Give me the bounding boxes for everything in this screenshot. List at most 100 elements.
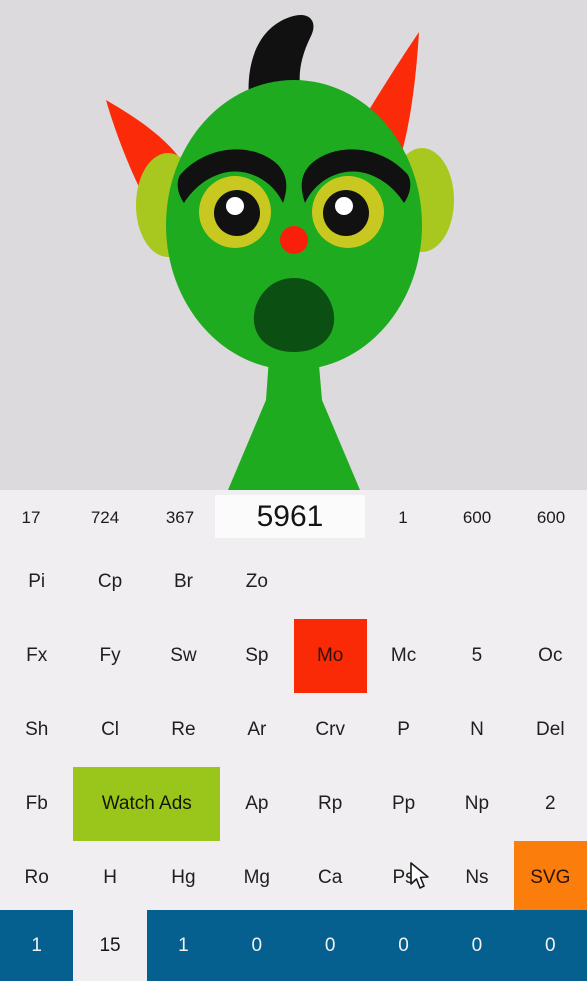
- grid-button-label: N: [470, 719, 484, 740]
- grid-button-label: Fy: [99, 645, 121, 666]
- grid-button-label: Ro: [24, 867, 49, 888]
- counter-cell-2[interactable]: 15: [73, 910, 147, 981]
- grid-button-label: Fb: [25, 793, 48, 814]
- counter-cell-value: 0: [545, 934, 556, 956]
- left-eye-highlight: [226, 197, 244, 215]
- grid-button-label: Sp: [245, 645, 269, 666]
- grid-button-2[interactable]: 2: [514, 767, 587, 841]
- counter-cell-value: 1: [178, 934, 189, 956]
- grid-button-cl[interactable]: Cl: [73, 693, 146, 767]
- grid-button-ap[interactable]: Ap: [220, 767, 293, 841]
- grid-button-mo[interactable]: Mo: [293, 619, 367, 693]
- grid-button-pi[interactable]: Pi: [0, 545, 73, 619]
- stat-value-5: 1: [398, 507, 408, 527]
- grid-button-np[interactable]: Np: [440, 767, 513, 841]
- stat-value-1: 17: [21, 507, 41, 527]
- grid-button-label: Crv: [315, 719, 345, 740]
- grid-button-label: Ar: [247, 719, 267, 740]
- counter-cell-value: 0: [471, 934, 483, 956]
- counter-cell-3[interactable]: 1: [146, 910, 221, 981]
- grid-cell-empty: [367, 545, 440, 619]
- grid-button-fb[interactable]: Fb: [0, 767, 73, 841]
- button-grid: Pi Cp Br Zo Fx Fy Sw Sp Mo Mc 5 Oc Sh Cl Re Ar Crv P N Del F…: [0, 545, 587, 927]
- grid-button-sw[interactable]: Sw: [147, 619, 220, 693]
- grid-button-pp[interactable]: Pp: [367, 767, 440, 841]
- grid-button-5[interactable]: 5: [440, 619, 513, 693]
- grid-button-label: Pi: [28, 571, 46, 592]
- grid-button-label: Pp: [391, 793, 416, 814]
- stat-value-3: 367: [165, 507, 195, 527]
- grid-button-del[interactable]: Del: [514, 693, 587, 767]
- counter-cell-value: 0: [324, 934, 336, 956]
- character-stage: [0, 0, 587, 490]
- grid-button-label: Sw: [170, 645, 197, 666]
- grid-button-zo[interactable]: Zo: [220, 545, 293, 619]
- grid-button-label: Hg: [171, 867, 196, 888]
- grid-button-oc[interactable]: Oc: [514, 619, 587, 693]
- counter-cell-value: 0: [251, 934, 263, 956]
- grid-button-h[interactable]: H: [73, 841, 146, 915]
- counter-cell-value: 1: [31, 934, 42, 956]
- grid-button-watch-ads[interactable]: Watch Ads: [73, 767, 221, 841]
- grid-button-ns[interactable]: Ns: [440, 841, 513, 915]
- grid-button-br[interactable]: Br: [147, 545, 220, 619]
- grid-button-label: SVG: [530, 867, 571, 888]
- grid-button-ro[interactable]: Ro: [0, 841, 73, 915]
- counter-cell-6[interactable]: 0: [366, 910, 441, 981]
- counter-cell-8[interactable]: 0: [513, 910, 587, 981]
- grid-button-sp[interactable]: Sp: [220, 619, 293, 693]
- grid-button-p[interactable]: P: [367, 693, 440, 767]
- grid-button-ar[interactable]: Ar: [220, 693, 293, 767]
- counter-cell-value: 15: [99, 934, 121, 956]
- nose: [280, 226, 308, 254]
- grid-button-sh[interactable]: Sh: [0, 693, 73, 767]
- grid-button-hg[interactable]: Hg: [147, 841, 220, 915]
- grid-cell-empty: [294, 545, 367, 619]
- grid-button-label: Sh: [25, 719, 49, 740]
- counter-cell-1[interactable]: 1: [0, 910, 74, 981]
- grid-button-rp[interactable]: Rp: [294, 767, 367, 841]
- grid-button-label: Oc: [538, 645, 563, 666]
- grid-button-label: Cl: [101, 719, 120, 740]
- grid-button-label: Np: [464, 793, 490, 814]
- grid-button-ca[interactable]: Ca: [294, 841, 367, 915]
- grid-button-n[interactable]: N: [440, 693, 513, 767]
- grid-button-label: Del: [536, 719, 565, 740]
- keypad-panel: 17 724 367 1 600 600 Pi Cp Br Zo Fx Fy Sw Sp Mo Mc 5 Oc S…: [0, 490, 587, 981]
- game-screen: 17 724 367 1 600 600 Pi Cp Br Zo Fx Fy Sw Sp Mo Mc 5 Oc S…: [0, 0, 587, 981]
- main-score-display: 5961: [215, 495, 365, 538]
- grid-button-label: Ap: [245, 793, 269, 814]
- grid-button-fy[interactable]: Fy: [73, 619, 146, 693]
- right-eye-highlight: [335, 197, 353, 215]
- grid-button-label: Zo: [245, 571, 268, 592]
- grid-button-label: Fx: [26, 645, 48, 666]
- grid-button-label: Mc: [390, 645, 417, 666]
- stat-value-2: 724: [90, 507, 120, 527]
- grid-button-cp[interactable]: Cp: [73, 545, 146, 619]
- grid-button-ps[interactable]: Ps: [367, 841, 440, 915]
- main-score-value: 5961: [256, 499, 324, 533]
- grid-button-label: Br: [173, 571, 193, 592]
- grid-button-label: Mg: [243, 867, 271, 888]
- grid-button-mc[interactable]: Mc: [367, 619, 440, 693]
- grid-cell-empty: [440, 545, 513, 619]
- grid-button-fx[interactable]: Fx: [0, 619, 73, 693]
- grid-button-svg[interactable]: SVG: [513, 841, 587, 915]
- grid-button-label: Re: [171, 719, 196, 740]
- grid-button-label: Rp: [318, 793, 343, 814]
- grid-button-re[interactable]: Re: [147, 693, 220, 767]
- grid-button-label: Cp: [97, 571, 123, 592]
- grid-button-label: Ns: [465, 867, 489, 888]
- grid-button-crv[interactable]: Crv: [294, 693, 367, 767]
- grid-button-label: Watch Ads: [101, 793, 192, 814]
- counter-cell-7[interactable]: 0: [440, 910, 514, 981]
- grid-button-label: P: [397, 719, 410, 740]
- counter-cell-5[interactable]: 0: [293, 910, 367, 981]
- grid-cell-empty: [514, 545, 587, 619]
- grid-button-mg[interactable]: Mg: [220, 841, 293, 915]
- stat-value-7: 600: [536, 507, 566, 527]
- bottom-counter-row: 1 15 1 0 0 0 0 0: [0, 910, 587, 981]
- grid-button-label: 5: [471, 645, 483, 666]
- grid-button-label: H: [103, 867, 117, 888]
- counter-cell-4[interactable]: 0: [220, 910, 294, 981]
